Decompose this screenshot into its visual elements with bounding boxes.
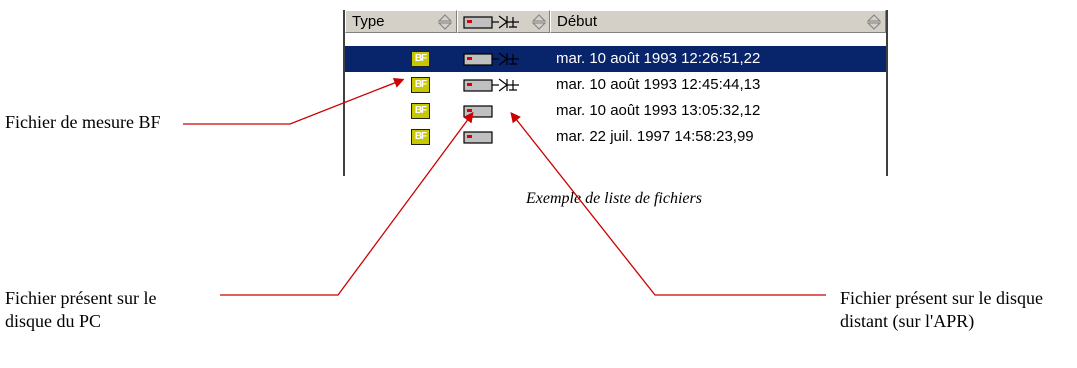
arrow-pc-disk (220, 111, 474, 296)
arrow-remote-disk (510, 111, 826, 296)
callout-arrows (183, 78, 826, 296)
arrow-bf-file (183, 78, 405, 125)
